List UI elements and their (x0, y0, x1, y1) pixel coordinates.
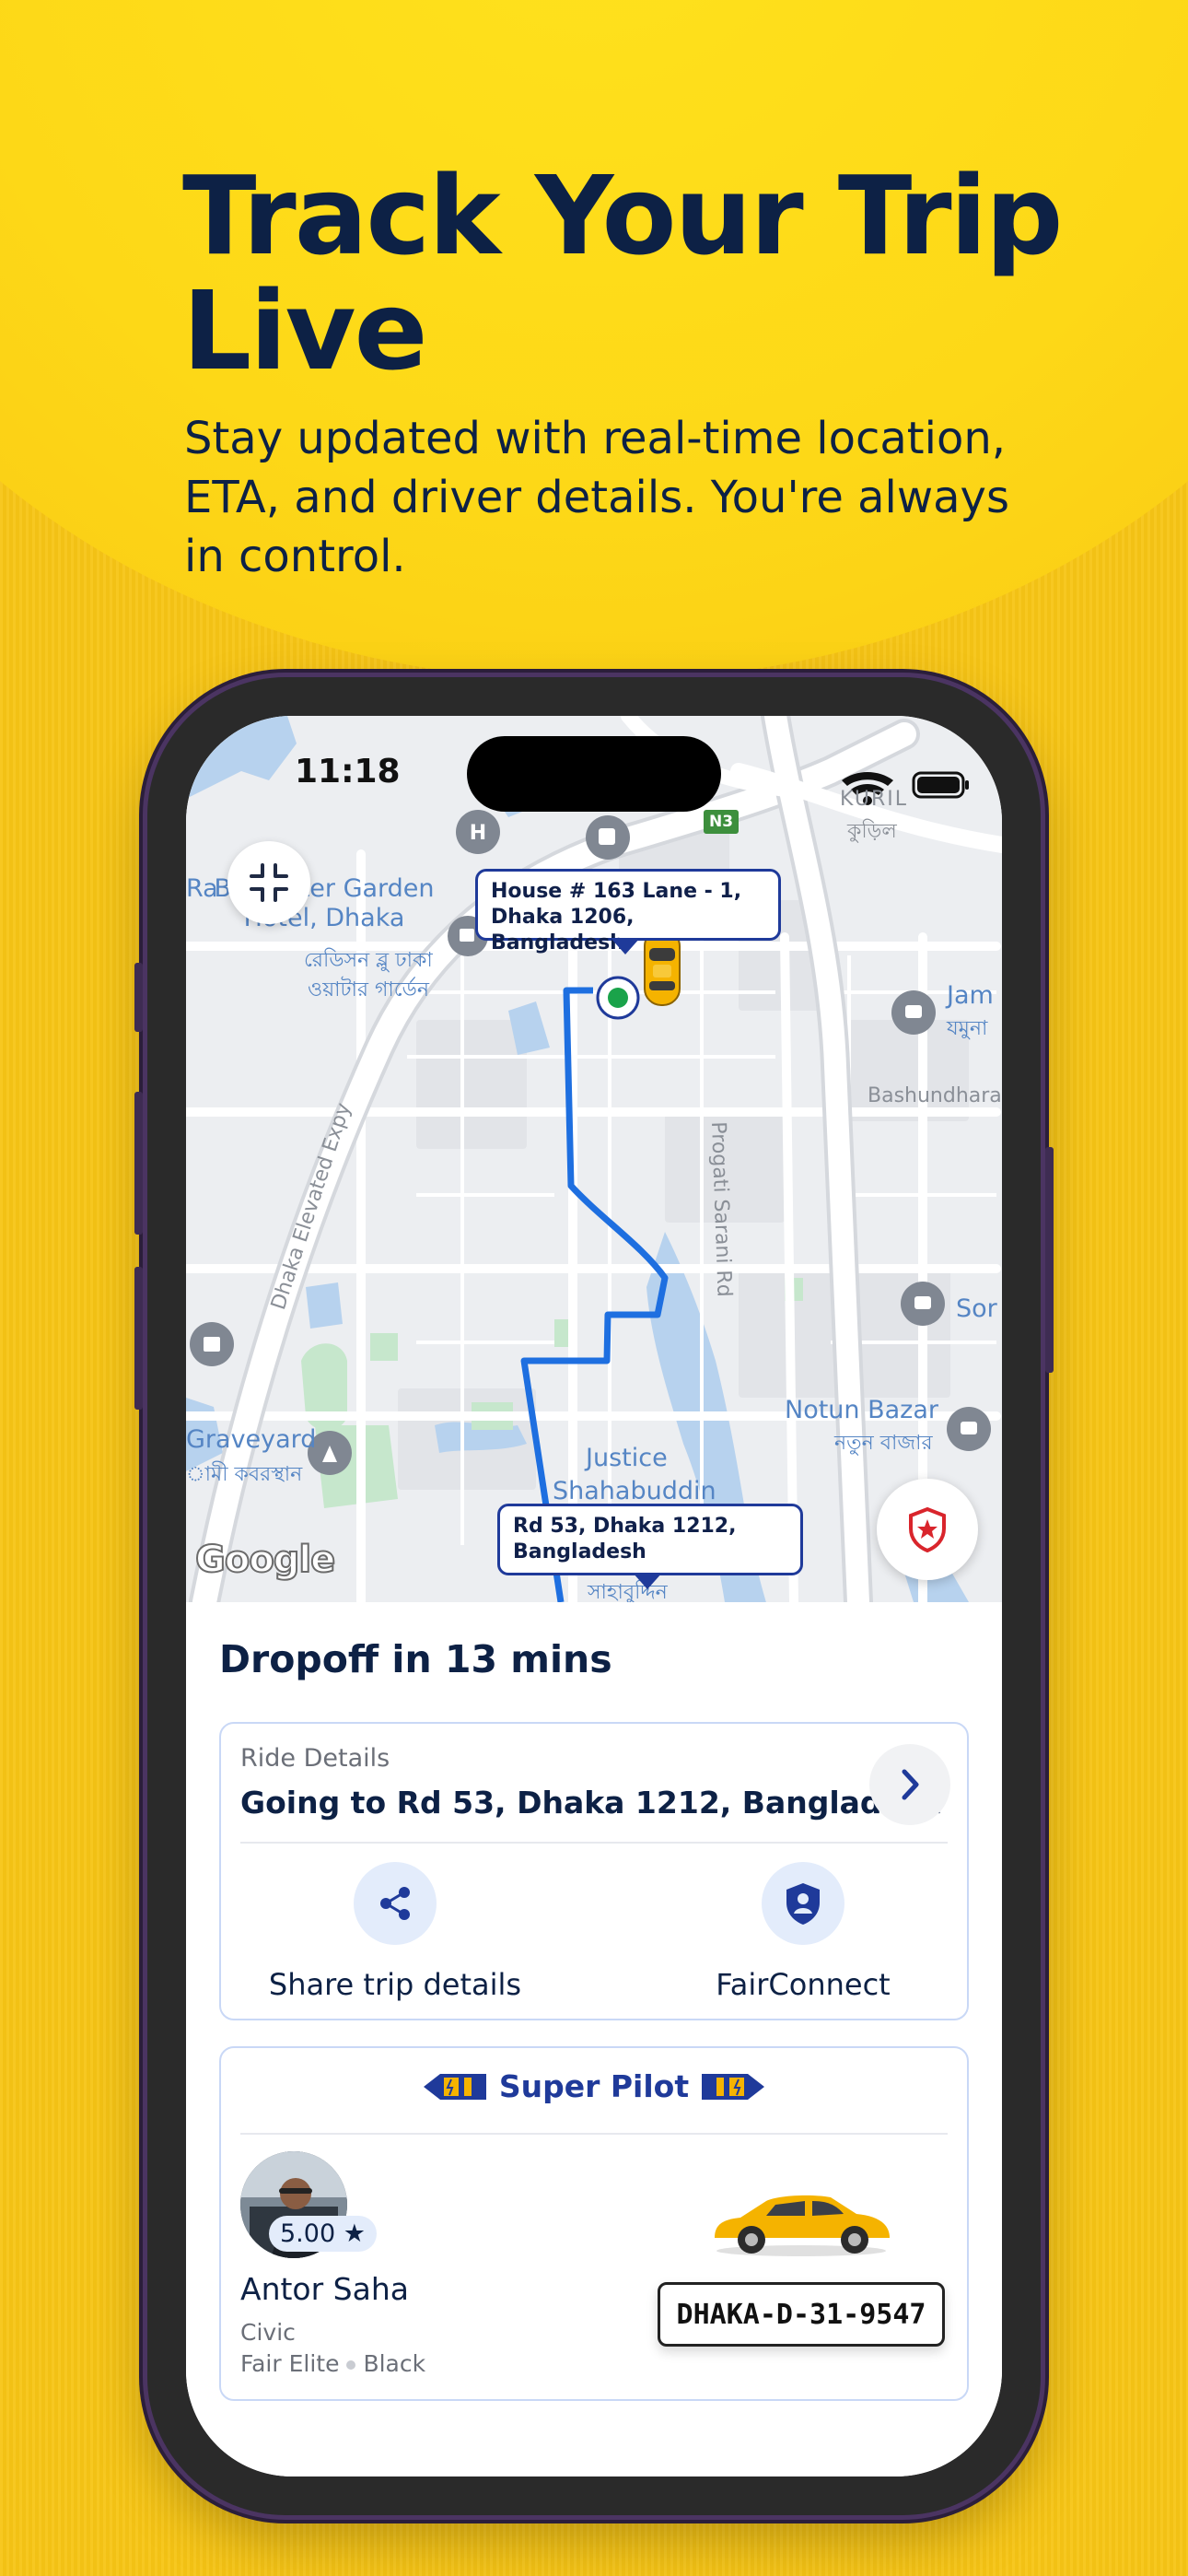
map-label-kuril-bn: কুড়িল (847, 820, 897, 843)
car-model: Civic (240, 2319, 296, 2346)
map-view[interactable]: H 11:18 Ra Blu Water Garden Hotel, Dhaka… (186, 716, 1002, 1602)
driver-card: Super Pilot 5.00 ★ Antor Saha Civic Fair… (219, 2046, 969, 2401)
map-label-hotel-bn-2: ওয়াটার গার্ডেন (308, 978, 429, 1001)
ride-destination: Going to Rd 53, Dhaka 1212, Bangladesh (240, 1785, 943, 1821)
status-time: 11:18 (295, 753, 401, 790)
fairconnect-button[interactable]: FairConnect (665, 1862, 941, 2002)
map-label-kuril: KURIL (840, 788, 908, 811)
promo-screen: Track Your Trip Live Stay updated with r… (0, 0, 1188, 2576)
pilot-wing-right-icon (702, 2073, 765, 2100)
dynamic-island (467, 736, 721, 812)
share-icon (354, 1862, 437, 1945)
pickup-callout: House # 163 Lane - 1, Dhaka 1206, Bangla… (475, 869, 781, 954)
ride-details-button[interactable] (869, 1744, 950, 1825)
fairconnect-label: FairConnect (716, 1967, 891, 2002)
chevron-right-icon (902, 1769, 919, 1800)
share-trip-label: Share trip details (268, 1967, 522, 2002)
collapse-icon (250, 863, 288, 902)
share-trip-button[interactable]: Share trip details (257, 1862, 533, 2002)
phone-frame: H 11:18 Ra Blu Water Garden Hotel, Dhaka… (134, 677, 1054, 2515)
route-shield-n3: N3 (708, 813, 734, 831)
hero-title: Track Your Trip Live (182, 152, 1063, 394)
map-label-bashundhara: Bashundhara R (868, 1084, 1002, 1107)
power-button (1045, 1147, 1054, 1373)
ride-details-label: Ride Details (240, 1744, 390, 1773)
ride-details-card: Ride Details Going to Rd 53, Dhaka 1212,… (219, 1722, 969, 2020)
map-label-shahabuddin: Shahabuddin (553, 1477, 716, 1505)
tier-name: Fair Elite (240, 2350, 340, 2377)
dropoff-eta: Dropoff in 13 mins (219, 1637, 612, 1681)
map-label-notun-bazar-bn: নতুন বাজার (834, 1432, 933, 1455)
trip-sheet: Dropoff in 13 mins Ride Details Going to… (186, 1602, 1002, 2476)
divider (240, 1842, 948, 1844)
google-attribution: Google (194, 1538, 336, 1582)
dropoff-address: Rd 53, Dhaka 1212, Bangladesh (513, 1515, 737, 1563)
super-pilot-label: Super Pilot (498, 2068, 690, 2104)
map-label-graveyard-bn: ামী কবরস্থান (186, 1463, 303, 1486)
rating-value: 5.00 (280, 2219, 336, 2248)
super-pilot-badge: Super Pilot (221, 2068, 967, 2104)
svg-text:H: H (470, 822, 486, 845)
star-icon: ★ (343, 2219, 366, 2248)
driver-name: Antor Saha (240, 2271, 409, 2307)
map-label-jam: Jam (947, 981, 994, 1010)
pilot-wing-left-icon (423, 2073, 486, 2100)
car-color: Black (363, 2350, 426, 2377)
hero-subtitle: Stay updated with real-time location, ET… (184, 413, 1009, 582)
phone-screen: H 11:18 Ra Blu Water Garden Hotel, Dhaka… (186, 716, 1002, 2476)
shield-user-icon (762, 1862, 844, 1945)
map-label-jam-bn: যমুনা (947, 1017, 988, 1040)
car-image (715, 2195, 890, 2256)
map-label-justice: Justice (586, 1444, 668, 1472)
car-tier: Fair Elite Black (240, 2350, 425, 2377)
map-label-graveyard: Graveyard (186, 1425, 317, 1454)
safety-sos-button[interactable] (877, 1479, 978, 1580)
safety-shield-icon (909, 1506, 946, 1552)
volume-up-button (134, 1092, 143, 1235)
divider (240, 2133, 948, 2135)
map-label-sor: Sor (956, 1294, 997, 1323)
separator-dot (346, 2360, 356, 2370)
driver-rating: 5.00 ★ (269, 2216, 377, 2252)
map-label-notun-bazar: Notun Bazar (785, 1396, 938, 1424)
dropoff-callout: Rd 53, Dhaka 1212, Bangladesh (497, 1504, 803, 1589)
collapse-map-button[interactable] (227, 841, 310, 924)
license-plate: DHAKA-D-31-9547 (658, 2282, 945, 2347)
volume-down-button (134, 1267, 143, 1410)
side-button (134, 963, 143, 1032)
